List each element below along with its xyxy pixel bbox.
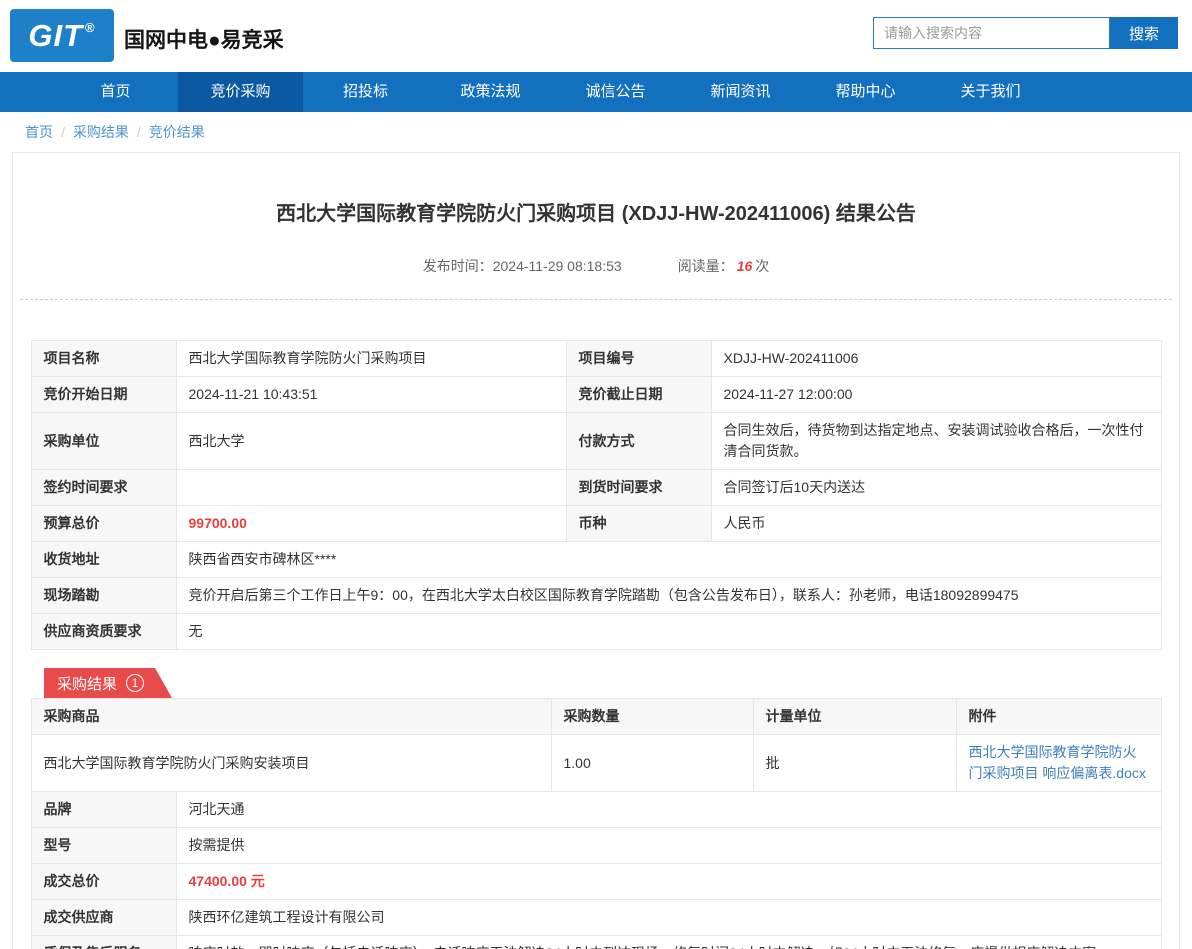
table-row: 质保及售后服务 响应时效：即时响应（包括电话响应）；电话响应无法解决24小时内到…: [31, 936, 1161, 949]
nav-item-policies[interactable]: 政策法规: [428, 72, 553, 112]
value-budget-total: 99700.00: [176, 506, 566, 542]
value-product-name: 西北大学国际教育学院防火门采购安装项目: [31, 735, 551, 792]
breadcrumb-home[interactable]: 首页: [25, 124, 53, 140]
header-quantity: 采购数量: [551, 699, 753, 735]
table-row: 预算总价 99700.00 币种 人民币: [31, 506, 1161, 542]
announcement-title: 西北大学国际教育学院防火门采购项目 (XDJJ-HW-202411006) 结果…: [13, 197, 1179, 226]
nav-item-about-us[interactable]: 关于我们: [928, 72, 1053, 112]
project-info-table: 项目名称 西北大学国际教育学院防火门采购项目 项目编号 XDJJ-HW-2024…: [31, 340, 1162, 650]
label-bid-start-date: 竞价开始日期: [31, 377, 176, 413]
value-delivery-time-requirement: 合同签订后10天内送达: [711, 470, 1161, 506]
nav-item-help-center[interactable]: 帮助中心: [803, 72, 928, 112]
value-payment-method: 合同生效后，待货物到达指定地点、安装调试验收合格后，一次性付清合同货款。: [711, 413, 1161, 470]
label-delivery-time-requirement: 到货时间要求: [566, 470, 711, 506]
value-currency: 人民币: [711, 506, 1161, 542]
header-attachment: 附件: [956, 699, 1161, 735]
nav-item-home[interactable]: 首页: [53, 72, 178, 112]
value-supplier-qualification: 无: [176, 614, 1161, 650]
views-unit: 次: [755, 258, 769, 274]
publish-time-label: 发布时间：: [423, 258, 493, 274]
label-warranty-service: 质保及售后服务: [31, 936, 176, 949]
table-row: 采购单位 西北大学 付款方式 合同生效后，待货物到达指定地点、安装调试验收合格后…: [31, 413, 1161, 470]
value-site-survey: 竞价开启后第三个工作日上午9：00，在西北大学太白校区国际教育学院踏勘（包含公告…: [176, 578, 1161, 614]
value-project-code: XDJJ-HW-202411006: [711, 341, 1161, 377]
table-row: 成交总价 47400.00 元: [31, 864, 1161, 900]
label-currency: 币种: [566, 506, 711, 542]
purchase-result-tab-label: 采购结果: [57, 673, 117, 694]
nav-item-tendering[interactable]: 招投标: [303, 72, 428, 112]
value-brand: 河北天通: [176, 792, 1161, 828]
label-winning-supplier: 成交供应商: [31, 900, 176, 936]
dashed-divider: [20, 299, 1172, 300]
logo-text: GIT®: [28, 20, 95, 51]
breadcrumb-purchase-results[interactable]: 采购结果: [73, 124, 129, 140]
value-project-name: 西北大学国际教育学院防火门采购项目: [176, 341, 566, 377]
search-bar: 搜索: [873, 17, 1178, 49]
value-bid-end-date: 2024-11-27 12:00:00: [711, 377, 1161, 413]
table-header-row: 采购商品 采购数量 计量单位 附件: [31, 699, 1161, 735]
value-model: 按需提供: [176, 828, 1161, 864]
table-row: 型号 按需提供: [31, 828, 1161, 864]
value-purchase-unit: 西北大学: [176, 413, 566, 470]
value-winning-supplier: 陕西环亿建筑工程设计有限公司: [176, 900, 1161, 936]
table-row: 供应商资质要求 无: [31, 614, 1161, 650]
deal-detail-table: 品牌 河北天通 型号 按需提供 成交总价 47400.00 元 成交供应商 陕西…: [31, 791, 1162, 949]
header-unit: 计量单位: [753, 699, 956, 735]
announcement-meta: 发布时间：2024-11-29 08:18:53 阅读量：16次: [13, 256, 1179, 276]
value-warranty-service: 响应时效：即时响应（包括电话响应）；电话响应无法解决24小时内到达现场。修复时间…: [176, 936, 1161, 949]
label-project-name: 项目名称: [31, 341, 176, 377]
label-bid-end-date: 竞价截止日期: [566, 377, 711, 413]
result-count-badge: 1: [126, 674, 144, 692]
value-delivery-address: 陕西省西安市碑林区****: [176, 542, 1161, 578]
label-brand: 品牌: [31, 792, 176, 828]
nav-item-news[interactable]: 新闻资讯: [678, 72, 803, 112]
content-card: 西北大学国际教育学院防火门采购项目 (XDJJ-HW-202411006) 结果…: [12, 152, 1180, 949]
breadcrumb: 首页 / 采购结果 / 竞价结果: [0, 112, 1192, 152]
label-project-code: 项目编号: [566, 341, 711, 377]
breadcrumb-bidding-results[interactable]: 竞价结果: [149, 124, 205, 140]
breadcrumb-separator: /: [137, 124, 141, 140]
site-logo[interactable]: GIT®: [10, 9, 114, 62]
table-row: 西北大学国际教育学院防火门采购安装项目 1.00 批 西北大学国际教育学院防火门…: [31, 735, 1161, 792]
table-row: 成交供应商 陕西环亿建筑工程设计有限公司: [31, 900, 1161, 936]
nav-item-integrity-notice[interactable]: 诚信公告: [553, 72, 678, 112]
label-model: 型号: [31, 828, 176, 864]
value-quantity: 1.00: [551, 735, 753, 792]
views-count: 16: [737, 258, 753, 274]
label-supplier-qualification: 供应商资质要求: [31, 614, 176, 650]
table-row: 签约时间要求 到货时间要求 合同签订后10天内送达: [31, 470, 1161, 506]
label-signing-time-requirement: 签约时间要求: [31, 470, 176, 506]
nav-item-bidding-purchase[interactable]: 竞价采购: [178, 72, 303, 112]
table-row: 现场踏勘 竞价开启后第三个工作日上午9：00，在西北大学太白校区国际教育学院踏勘…: [31, 578, 1161, 614]
label-budget-total: 预算总价: [31, 506, 176, 542]
search-input[interactable]: [873, 17, 1110, 49]
table-row: 竞价开始日期 2024-11-21 10:43:51 竞价截止日期 2024-1…: [31, 377, 1161, 413]
label-delivery-address: 收货地址: [31, 542, 176, 578]
page-header: GIT® 国网中电●易竞采 搜索: [0, 0, 1192, 72]
search-button[interactable]: 搜索: [1110, 17, 1178, 49]
label-purchase-unit: 采购单位: [31, 413, 176, 470]
value-bid-start-date: 2024-11-21 10:43:51: [176, 377, 566, 413]
attachment-link[interactable]: 西北大学国际教育学院防火门采购项目 响应偏离表.docx: [969, 744, 1146, 781]
label-site-survey: 现场踏勘: [31, 578, 176, 614]
registered-mark-icon: ®: [85, 20, 96, 35]
label-deal-total-price: 成交总价: [31, 864, 176, 900]
publish-time-value: 2024-11-29 08:18:53: [493, 258, 622, 274]
value-deal-total-price: 47400.00 元: [176, 864, 1161, 900]
value-signing-time-requirement: [176, 470, 566, 506]
result-section-header: 采购结果 1: [44, 668, 1179, 698]
views-label: 阅读量：: [678, 258, 734, 274]
main-nav: 首页 竞价采购 招投标 政策法规 诚信公告 新闻资讯 帮助中心 关于我们: [0, 72, 1192, 112]
purchase-result-tab: 采购结果 1: [44, 668, 172, 698]
header-product: 采购商品: [31, 699, 551, 735]
breadcrumb-separator: /: [61, 124, 65, 140]
purchase-result-table: 采购商品 采购数量 计量单位 附件 西北大学国际教育学院防火门采购安装项目 1.…: [31, 698, 1162, 792]
table-row: 收货地址 陕西省西安市碑林区****: [31, 542, 1161, 578]
table-row: 品牌 河北天通: [31, 792, 1161, 828]
label-payment-method: 付款方式: [566, 413, 711, 470]
table-row: 项目名称 西北大学国际教育学院防火门采购项目 项目编号 XDJJ-HW-2024…: [31, 341, 1161, 377]
value-unit: 批: [753, 735, 956, 792]
site-brand-title: 国网中电●易竞采: [124, 24, 284, 54]
